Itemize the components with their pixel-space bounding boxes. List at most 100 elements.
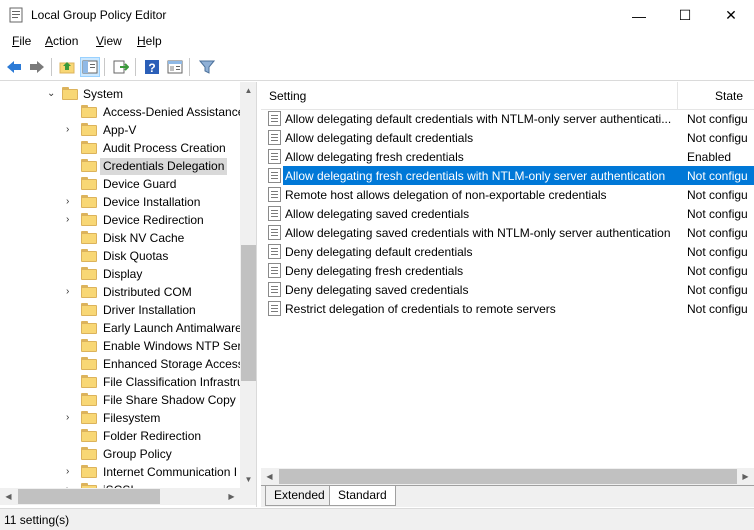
help-button[interactable]: ? [142, 57, 162, 77]
tree-item-label: Distributed COM [103, 285, 192, 299]
tree-item[interactable]: Display [0, 265, 240, 283]
scroll-right-icon[interactable]: ▶ [737, 468, 754, 485]
policy-row[interactable]: Allow delegating saved credentials Not co… [261, 204, 754, 223]
tree-item[interactable]: › Device Redirection [0, 211, 240, 229]
menu-help[interactable]: Help [137, 34, 162, 48]
list-horizontal-scroll-thumb[interactable] [279, 469, 737, 484]
column-header-state[interactable]: State [715, 89, 743, 103]
console-tree[interactable]: ⌄ System Access-Denied Assistance › App-V Aud… [0, 82, 257, 507]
menu-action[interactable]: Action [45, 34, 78, 48]
tree-item-label: Driver Installation [103, 303, 196, 317]
scroll-down-icon[interactable]: ▼ [240, 471, 256, 488]
policy-setting-name: Allow delegating fresh credentials [285, 150, 464, 164]
close-icon: ✕ [725, 7, 737, 23]
chevron-right-icon[interactable]: › [66, 196, 76, 208]
tree-item[interactable]: File Share Shadow Copy P [0, 391, 247, 409]
forward-arrow-icon [30, 61, 44, 73]
tree-item[interactable]: › App-V [0, 121, 240, 139]
menu-file[interactable]: File [12, 34, 31, 48]
tree-item-system[interactable]: ⌄ System [0, 85, 240, 103]
tab-standard[interactable]: Standard [329, 486, 396, 506]
view-tabs: Extended Standard [261, 485, 754, 507]
filter-button[interactable] [197, 57, 217, 77]
policy-row[interactable]: Restrict delegation of credentials to re… [261, 299, 754, 318]
scroll-left-icon[interactable]: ◀ [261, 468, 278, 485]
tree-item[interactable]: Access-Denied Assistance [0, 103, 244, 121]
policy-row[interactable]: Allow delegating default credentials Not … [261, 128, 754, 147]
folder-icon [81, 411, 97, 424]
tree-item[interactable]: Credentials Delegation [0, 157, 240, 175]
policy-row[interactable]: Allow delegating fresh credentials Enable… [261, 147, 754, 166]
back-arrow-icon [7, 61, 21, 73]
tree-item[interactable]: › Distributed COM [0, 283, 240, 301]
scroll-up-icon[interactable]: ▲ [240, 82, 256, 99]
tree-item[interactable]: Device Guard [0, 175, 240, 193]
policy-setting-icon [268, 149, 281, 164]
scroll-right-icon[interactable]: ▶ [223, 488, 240, 505]
policy-row[interactable]: Deny delegating fresh credentials Not con… [261, 261, 754, 280]
tree-item-label: Enable Windows NTP Serv [103, 339, 248, 353]
tree-item[interactable]: File Classification Infrastru [0, 373, 244, 391]
policy-row[interactable]: Allow delegating fresh credentials with … [261, 166, 754, 185]
show-hide-console-tree-button[interactable] [80, 57, 100, 77]
tree-item[interactable]: › Device Installation [0, 193, 240, 211]
folder-icon [81, 213, 97, 226]
properties-button[interactable] [165, 57, 185, 77]
chevron-right-icon[interactable]: › [66, 214, 76, 226]
tree-item[interactable]: › Filesystem [0, 409, 240, 427]
svg-text:?: ? [148, 61, 155, 75]
column-divider[interactable] [677, 82, 678, 110]
policy-row[interactable]: Allow delegating saved credentials with … [261, 223, 754, 242]
up-folder-icon [59, 62, 75, 74]
tree-item[interactable]: Audit Process Creation [0, 139, 240, 157]
tree-item[interactable]: Enable Windows NTP Serv [0, 337, 248, 355]
chevron-right-icon[interactable]: › [66, 412, 76, 424]
tree-item-label: Device Redirection [103, 213, 204, 227]
tree-vertical-scrollbar[interactable]: ▲ ▼ [240, 82, 256, 488]
folder-icon [81, 249, 97, 262]
policy-row[interactable]: Deny delegating default credentials Not c… [261, 242, 754, 261]
scroll-left-icon[interactable]: ◀ [0, 488, 17, 505]
folder-icon [81, 393, 97, 406]
tree-item[interactable]: Early Launch Antimalware [0, 319, 242, 337]
maximize-button[interactable]: ☐ [662, 0, 708, 31]
tree-item[interactable]: Enhanced Storage Access [0, 355, 244, 373]
tree-vertical-scroll-thumb[interactable] [241, 245, 256, 381]
tree-horizontal-scrollbar[interactable]: ◀ ▶ [0, 488, 240, 505]
minimize-button[interactable]: — [616, 0, 662, 31]
column-header-setting[interactable]: Setting [269, 89, 306, 103]
chevron-right-icon[interactable]: › [66, 124, 76, 136]
tree-horizontal-scroll-thumb[interactable] [18, 489, 160, 504]
folder-icon [81, 123, 97, 136]
policy-row[interactable]: Allow delegating default credentials wit… [261, 109, 754, 128]
chevron-right-icon[interactable]: › [66, 286, 76, 298]
folder-icon [81, 195, 97, 208]
policy-row[interactable]: Remote host allows delegation of non-exp… [261, 185, 754, 204]
chevron-right-icon[interactable]: › [66, 466, 76, 478]
export-list-button[interactable] [111, 57, 131, 77]
menu-bar: File Action View Help [0, 31, 754, 53]
list-horizontal-scrollbar[interactable]: ◀ ▶ [261, 468, 754, 485]
tree-item[interactable]: › Internet Communication I [0, 463, 240, 481]
tree-item[interactable]: Group Policy [0, 445, 240, 463]
up-one-level-button[interactable] [57, 57, 77, 77]
policy-state: Not configu [687, 112, 748, 126]
folder-icon [81, 303, 97, 316]
close-button[interactable]: ✕ [708, 0, 754, 31]
menu-view[interactable]: View [96, 34, 122, 48]
back-button[interactable] [4, 57, 24, 77]
tree-item-label: Disk Quotas [103, 249, 169, 263]
tree-item[interactable]: Driver Installation [0, 301, 240, 319]
policy-state: Not configu [687, 169, 748, 183]
tree-item-label: App-V [103, 123, 137, 137]
forward-button[interactable] [27, 57, 47, 77]
policy-state: Not configu [687, 131, 748, 145]
tab-extended[interactable]: Extended [265, 486, 334, 506]
chevron-down-icon[interactable]: ⌄ [47, 88, 57, 100]
tree-item-label: Device Guard [103, 177, 177, 191]
tree-item[interactable]: Disk Quotas [0, 247, 240, 265]
policy-row[interactable]: Deny delegating saved credentials Not con… [261, 280, 754, 299]
tree-item[interactable]: Disk NV Cache [0, 229, 240, 247]
folder-icon [81, 105, 97, 118]
tree-item[interactable]: Folder Redirection [0, 427, 240, 445]
